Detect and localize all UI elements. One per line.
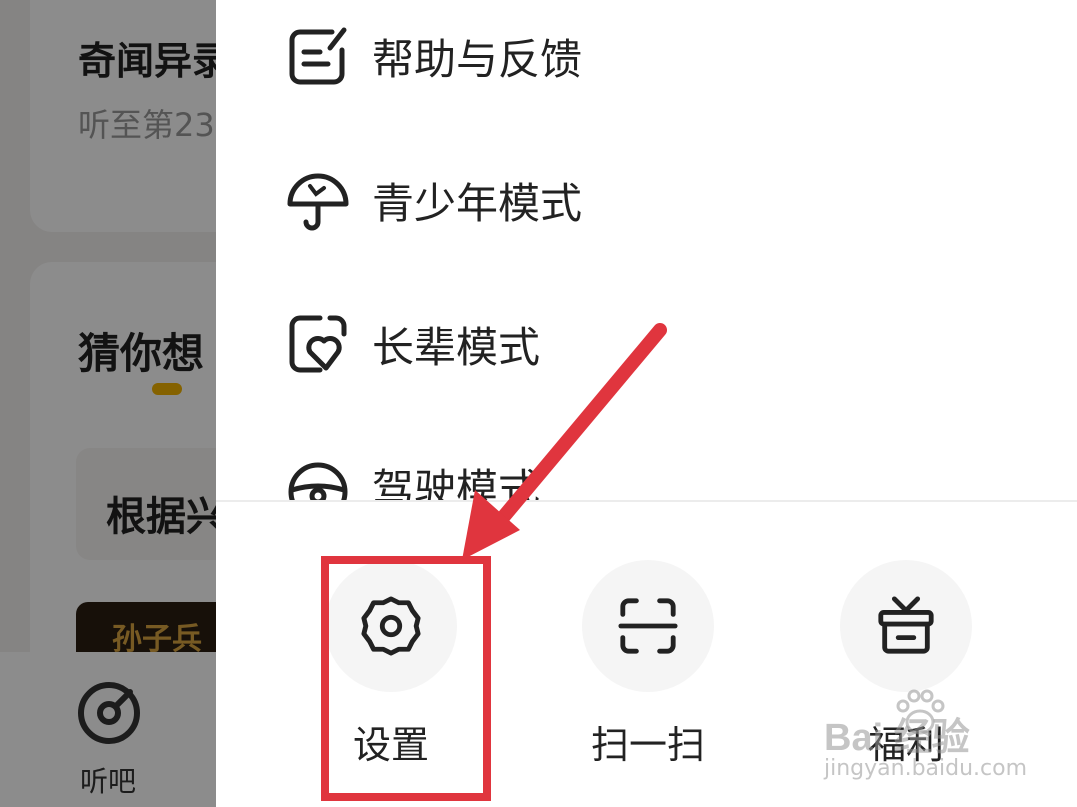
background-app: 奇闻异录 听至第23 猜你想 根据兴 孙子兵 听吧 xyxy=(0,0,216,807)
welfare-icon-circle xyxy=(840,560,972,692)
feedback-icon xyxy=(289,27,347,85)
menu-item-label: 长辈模式 xyxy=(372,322,541,372)
menu-item-label: 帮助与反馈 xyxy=(372,34,583,84)
scan-icon xyxy=(618,598,678,654)
gift-icon xyxy=(878,596,934,654)
heart-card-icon xyxy=(289,315,347,373)
menu-item-label: 青少年模式 xyxy=(372,178,583,228)
scan-icon-circle xyxy=(582,560,714,692)
divider xyxy=(216,500,1077,502)
umbrella-icon xyxy=(287,173,349,231)
menu-item-help-feedback[interactable]: 帮助与反馈 xyxy=(286,16,582,96)
watermark-url: jingyan.baidu.com xyxy=(824,756,1028,781)
steering-wheel-icon xyxy=(288,462,348,502)
menu-item-driving-mode[interactable]: 驾驶模式 xyxy=(286,448,540,502)
annotation-highlight-box xyxy=(321,556,491,801)
menu-item-elder-mode[interactable]: 长辈模式 xyxy=(286,304,540,384)
scan-button[interactable]: 扫一扫 xyxy=(578,560,718,769)
watermark-logo-text: Bai 经验 xyxy=(824,717,970,759)
menu-item-label: 驾驶模式 xyxy=(372,465,541,502)
menu-item-teen-mode[interactable]: 青少年模式 xyxy=(286,160,582,240)
baidu-jingyan-watermark: Bai 经验 jingyan.baidu.com xyxy=(824,688,1028,788)
scan-label: 扫一扫 xyxy=(590,723,705,767)
dim-overlay[interactable] xyxy=(0,0,216,807)
